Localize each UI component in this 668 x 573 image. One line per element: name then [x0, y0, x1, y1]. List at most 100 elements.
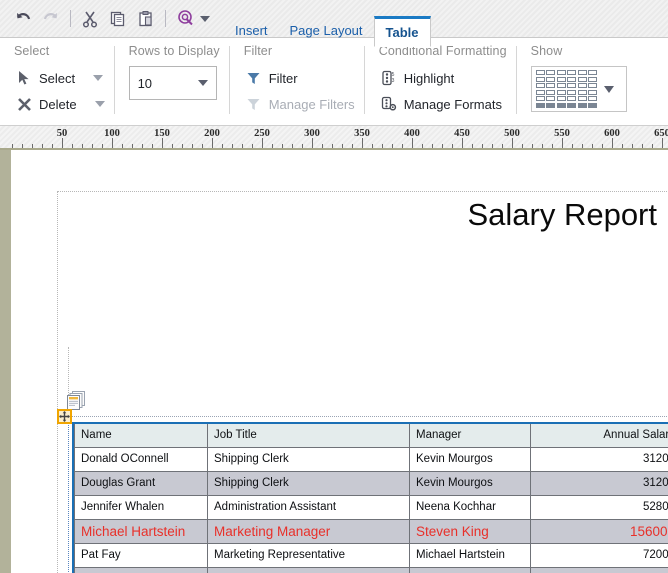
show-gallery-caret-icon[interactable]: [604, 86, 614, 93]
ruler-tick: [92, 144, 93, 148]
ruler-tick: [542, 144, 543, 148]
show-gallery-button[interactable]: [531, 66, 627, 112]
table-cell[interactable]: Shipping Clerk: [208, 447, 410, 471]
ruler-label: 450: [454, 128, 470, 139]
delete-command[interactable]: Delete: [14, 91, 105, 117]
ruler-tick: [352, 144, 353, 148]
table-cell[interactable]: Neena Kochhar: [410, 495, 531, 519]
table-cell[interactable]: Michael Hartstein: [75, 519, 208, 543]
column-header-name[interactable]: Name: [75, 424, 208, 447]
ruler-tick: [232, 144, 233, 148]
ruler-tick: [252, 144, 253, 148]
table-cell[interactable]: Susan Mavris: [75, 567, 208, 573]
ruler-tick: [582, 144, 583, 148]
ruler-tick: [422, 144, 423, 148]
horizontal-ruler[interactable]: 50100150200250300350400450500550600650: [0, 126, 668, 150]
search-dropdown-caret-icon[interactable]: [200, 16, 210, 22]
ruler-tick: [132, 144, 133, 148]
table-cell[interactable]: 72000: [531, 543, 668, 567]
redo-icon: [42, 10, 60, 28]
table-cell[interactable]: Human Resources Representative: [208, 567, 410, 573]
ruler-tick: [522, 144, 523, 148]
ribbon-group-rows-to-display: Rows to Display 10: [115, 38, 230, 125]
table-row[interactable]: Michael HartsteinMarketing ManagerSteven…: [75, 519, 668, 543]
select-command[interactable]: Select: [14, 65, 105, 91]
table-cell[interactable]: Kevin Mourgos: [410, 447, 531, 471]
table-cell[interactable]: Administration Assistant: [208, 495, 410, 519]
ruler-tick: [372, 144, 373, 148]
table-row[interactable]: Donald OConnellShipping ClerkKevin Mourg…: [75, 447, 668, 471]
table-cell[interactable]: Jennifer Whalen: [75, 495, 208, 519]
column-header-job-title[interactable]: Job Title: [208, 424, 410, 447]
ruler-tick: [152, 144, 153, 148]
table-cell[interactable]: Steven King: [410, 519, 531, 543]
table-cell[interactable]: 52800: [531, 495, 668, 519]
top-toolbar: Insert Page Layout Table: [0, 0, 668, 38]
table-cell[interactable]: 31200: [531, 471, 668, 495]
ruler-tick: [502, 144, 503, 148]
stacked-pages-icon[interactable]: [66, 391, 88, 411]
table-cell[interactable]: Douglas Grant: [75, 471, 208, 495]
redo-button[interactable]: [37, 5, 65, 33]
copy-button[interactable]: [104, 5, 132, 33]
table-cell[interactable]: Michael Hartstein: [410, 543, 531, 567]
undo-button[interactable]: [9, 5, 37, 33]
ruler-tick: [192, 144, 193, 148]
table-row[interactable]: Susan MavrisHuman Resources Representati…: [75, 567, 668, 573]
ruler-tick: [592, 144, 593, 148]
manage-formats-command[interactable]: Manage Formats: [379, 91, 507, 117]
select-command-label: Select: [39, 71, 75, 86]
table-row[interactable]: Jennifer WhalenAdministration AssistantN…: [75, 495, 668, 519]
rows-to-display-select[interactable]: 10: [129, 66, 217, 100]
table-cell[interactable]: 78000: [531, 567, 668, 573]
ruler-label: 200: [204, 128, 220, 139]
group-label-show: Show: [531, 44, 627, 58]
chevron-down-icon: [198, 80, 208, 86]
highlight-command[interactable]: 5 3 Highlight: [379, 65, 507, 91]
ruler-tick: [462, 138, 463, 148]
ruler-tick: [112, 138, 113, 148]
manage-filters-command[interactable]: Manage Filters: [244, 91, 355, 117]
paste-button[interactable]: [132, 5, 160, 33]
quick-access-toolbar: [0, 5, 210, 33]
table-cell[interactable]: 156000: [531, 519, 668, 543]
ruler-label: 400: [404, 128, 420, 139]
table-cell[interactable]: 31200: [531, 447, 668, 471]
group-label-filter: Filter: [244, 44, 355, 58]
ruler-label: 50: [57, 128, 68, 139]
table-row[interactable]: Pat FayMarketing RepresentativeMichael H…: [75, 543, 668, 567]
move-handle-icon[interactable]: [57, 409, 72, 424]
report-table-container: Name Job Title Manager Annual Salary Don…: [72, 422, 668, 573]
ruler-tick: [212, 138, 213, 148]
table-cell[interactable]: Kevin Mourgos: [410, 471, 531, 495]
toolbar-divider: [70, 10, 71, 27]
tab-table[interactable]: Table: [374, 16, 431, 47]
ruler-label: 250: [254, 128, 270, 139]
ruler-tick: [52, 144, 53, 148]
filter-command[interactable]: Filter: [244, 65, 355, 91]
ruler-tick: [292, 144, 293, 148]
table-cell[interactable]: Pat Fay: [75, 543, 208, 567]
funnel-icon: [244, 69, 264, 87]
ruler-label: 550: [554, 128, 570, 139]
ribbon-tabs: Insert Page Layout Table: [224, 0, 431, 38]
table-cell[interactable]: Donald OConnell: [75, 447, 208, 471]
table-header-row: Name Job Title Manager Annual Salary: [75, 424, 668, 447]
cut-button[interactable]: [76, 5, 104, 33]
copy-icon: [109, 10, 127, 28]
x-mark-icon: [14, 95, 34, 113]
select-dropdown-caret-icon[interactable]: [93, 75, 103, 81]
ruler-tick: [282, 144, 283, 148]
search-button[interactable]: [171, 5, 199, 33]
table-cell[interactable]: Marketing Representative: [208, 543, 410, 567]
delete-dropdown-caret-icon[interactable]: [95, 101, 105, 107]
table-row[interactable]: Douglas GrantShipping ClerkKevin Mourgos…: [75, 471, 668, 495]
column-header-annual-salary[interactable]: Annual Salary: [531, 424, 668, 447]
salary-report-table: Name Job Title Manager Annual Salary Don…: [74, 424, 668, 573]
ruler-tick: [402, 144, 403, 148]
column-header-manager[interactable]: Manager: [410, 424, 531, 447]
table-cell[interactable]: Marketing Manager: [208, 519, 410, 543]
ruler-label: 300: [304, 128, 320, 139]
table-cell[interactable]: Shipping Clerk: [208, 471, 410, 495]
table-cell[interactable]: Neena Kochhar: [410, 567, 531, 573]
